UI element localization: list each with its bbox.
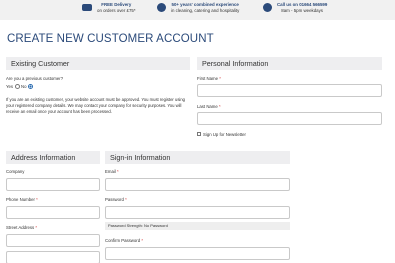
radio-yes[interactable] [14,84,20,89]
address-info-header: Address Information [6,151,100,164]
newsletter-label: Sign Up for Newsletter [203,132,246,137]
topbar-phone: Call us on 01664 566599 8am - 5pm weekda… [263,2,327,13]
last-name-input[interactable] [197,112,382,125]
existing-customer-info: If you are an existing customer, your we… [6,97,185,114]
first-name-input[interactable] [197,84,382,97]
confirm-password-input[interactable] [105,247,290,260]
radio-yes-label: Yes [6,84,14,89]
street-address-input[interactable] [6,234,100,247]
signin-info-header: Sign-in Information [105,151,290,164]
password-label: Password * [105,197,127,202]
company-input[interactable] [6,178,100,191]
previous-customer-question: Are you a previous customer? [6,76,64,81]
topbar-experience: 50+ years' combined experience in cleani… [157,2,239,13]
email-label: Email * [105,169,119,174]
radio-no[interactable] [28,84,34,89]
truck-icon [82,4,92,11]
award-icon [157,3,166,12]
first-name-label: First Name * [197,76,221,81]
page-title: CREATE NEW CUSTOMER ACCOUNT [7,33,214,45]
previous-customer-radios: Yes No [6,84,35,89]
topbar-delivery: FREE Delivery on orders over £75* [82,2,136,13]
password-input[interactable] [105,206,290,219]
phone-number-label: Phone Number * [6,197,38,202]
last-name-label: Last Name * [197,104,221,109]
personal-info-header: Personal Information [197,57,382,70]
password-strength-meter: Password Strength: No Password [105,222,290,230]
email-input[interactable] [105,178,290,191]
phone-subtitle: 8am - 5pm weekdays [281,7,323,13]
street-address-label: Street Address * [6,225,38,230]
top-info-bar: FREE Delivery on orders over £75* 50+ ye… [0,0,395,20]
delivery-subtitle: on orders over £75* [97,7,136,13]
newsletter-checkbox[interactable] [197,132,201,136]
phone-number-input[interactable] [6,206,100,219]
existing-customer-header: Existing Customer [6,57,190,70]
radio-no-label: No [21,84,27,89]
company-label: Company [6,169,25,174]
experience-subtitle: in cleaning, catering and hospitality [171,7,240,13]
phone-icon [263,3,272,12]
confirm-password-label: Confirm Password * [105,238,143,243]
street-address-line2-input[interactable] [6,251,100,263]
